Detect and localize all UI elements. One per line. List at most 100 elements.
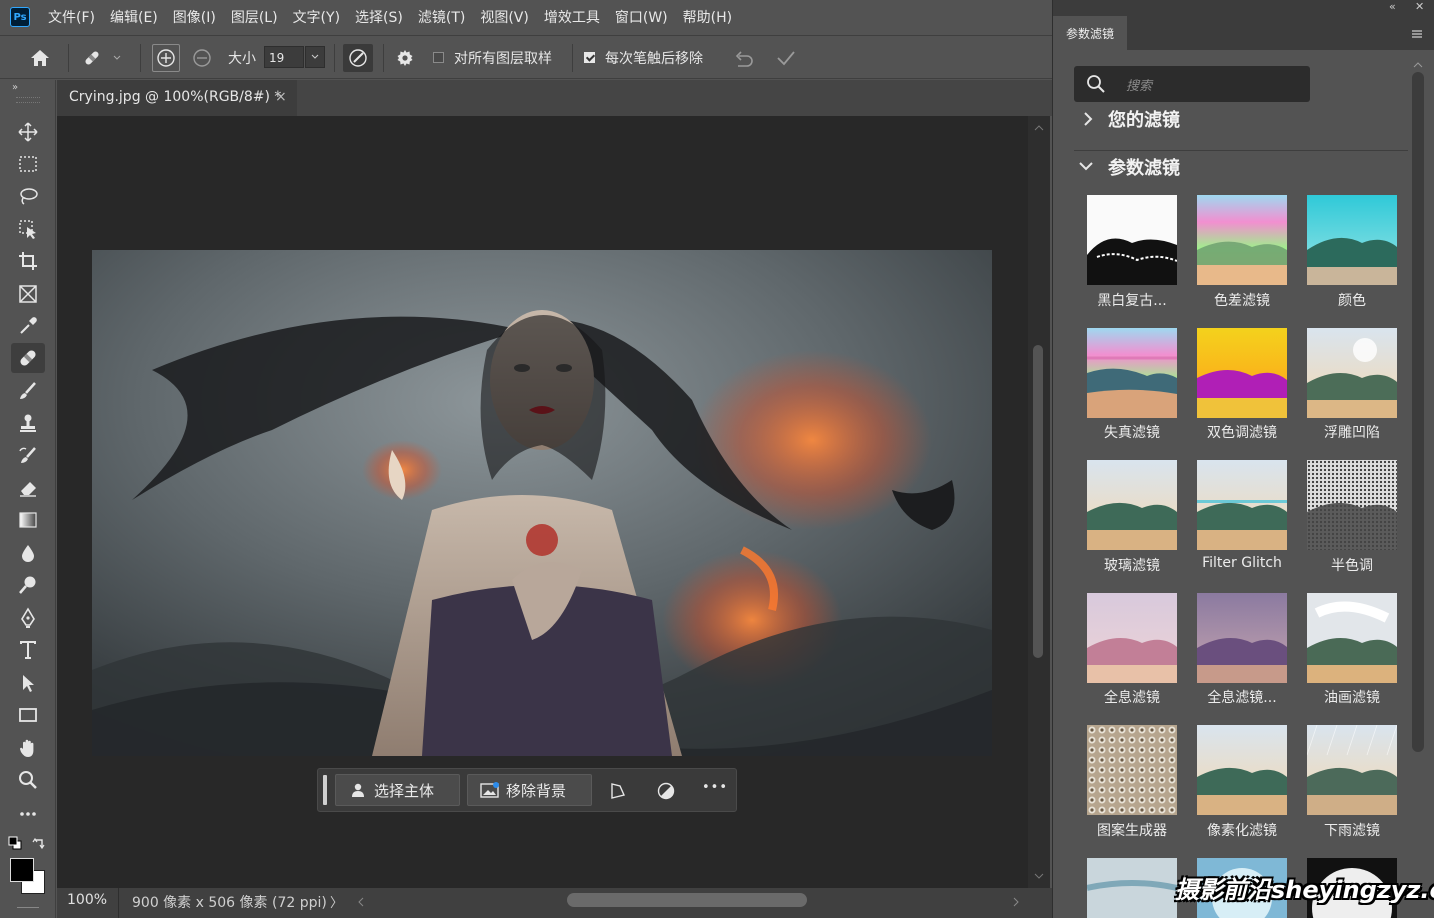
collapse-panel-icon[interactable]: « [1389,0,1396,13]
remove-background-button[interactable]: 移除背景 [467,774,592,806]
filter-thumb-glitch[interactable] [1197,460,1287,550]
filter-thumb-halftone[interactable] [1307,460,1397,550]
clone-stamp-tool-icon[interactable] [11,408,45,438]
filter-thumb-emboss[interactable] [1307,328,1397,418]
filter-thumb-pixelate[interactable] [1197,725,1287,815]
panel-scroll-up-icon[interactable] [1413,58,1423,73]
document-tab[interactable]: Crying.jpg @ 100%(RGB/8#) * × [57,80,297,116]
filter-thumb-rain[interactable] [1307,725,1397,815]
filter-thumb-pattern[interactable] [1087,725,1177,815]
undo-icon[interactable] [730,46,758,70]
move-tool-icon[interactable] [11,117,45,147]
document-image[interactable] [92,250,992,756]
filter-label: 全息滤镜 [1104,690,1160,706]
quick-mask-icon[interactable] [17,907,39,912]
frame-tool-icon[interactable] [11,279,45,309]
close-icon[interactable]: × [275,89,287,105]
options-bar: 大小 19 对所有图层取样 每次笔触后移除 [0,35,1052,79]
filter-thumb-distortion[interactable] [1087,328,1177,418]
close-panel-icon[interactable]: ✕ [1415,0,1424,13]
menu-image[interactable]: 图像(I) [173,7,216,27]
subtract-circle-icon[interactable] [188,44,216,72]
filter-label: 像素化滤镜 [1207,823,1277,839]
home-icon[interactable] [26,46,54,70]
menu-window[interactable]: 窗口(W) [615,7,668,27]
default-colors-icon[interactable] [8,836,22,850]
panel-scrollbar-thumb[interactable] [1412,72,1424,752]
filter-label: 色差滤镜 [1214,293,1270,309]
zoom-tool-icon[interactable] [11,765,45,795]
filter-thumb-hologram-2[interactable] [1197,593,1287,683]
remove-after-stroke-checkbox[interactable] [584,52,595,63]
zoom-level[interactable]: 100% [67,892,107,908]
menu-file[interactable]: 文件(F) [48,7,95,27]
hand-tool-icon[interactable] [11,733,45,763]
gradient-tool-icon[interactable] [11,505,45,535]
chevron-right-icon[interactable] [1082,111,1094,131]
menu-plugins[interactable]: 增效工具 [544,7,600,27]
blur-tool-icon[interactable] [11,538,45,568]
filter-thumb-glass[interactable] [1087,460,1177,550]
filter-thumb-bw-vintage[interactable] [1087,195,1177,285]
menu-type[interactable]: 文字(Y) [293,7,340,27]
chevron-down-icon[interactable] [110,46,124,70]
filter-search-box[interactable]: 搜索 [1074,66,1310,102]
filter-thumb-hologram[interactable] [1087,593,1177,683]
gear-icon[interactable] [392,46,418,70]
menu-view[interactable]: 视图(V) [480,7,529,27]
menu-filter[interactable]: 滤镜(T) [418,7,465,27]
brush-tool-icon[interactable] [11,376,45,406]
pressure-brush-icon[interactable] [343,44,373,72]
chevron-down-icon[interactable] [1078,160,1094,176]
spot-healing-brush-icon[interactable] [78,46,106,70]
filter-thumb-row6-1[interactable] [1087,858,1177,918]
adjustment-icon[interactable] [656,781,676,801]
your-filters-header[interactable]: 您的滤镜 [1108,106,1180,132]
marquee-tool-icon[interactable] [11,149,45,179]
checkmark-icon[interactable] [772,46,800,70]
pen-tool-icon[interactable] [11,603,45,633]
photoshop-logo[interactable]: Ps [10,7,30,27]
size-input[interactable]: 19 [264,46,304,68]
sample-all-layers-label: 对所有图层取样 [454,51,552,67]
panel-menu-icon[interactable] [1411,28,1423,43]
menu-layer[interactable]: 图层(L) [231,7,278,27]
more-tools-icon[interactable] [11,799,45,829]
status-menu-arrow[interactable]: 〉 [330,892,343,911]
lasso-tool-icon[interactable] [11,181,45,211]
taskbar-drag-handle[interactable] [323,775,327,805]
filter-thumb-duotone[interactable] [1197,328,1287,418]
expand-toolbar-icon[interactable]: » [12,82,18,93]
vertical-scrollbar-thumb[interactable] [1033,345,1043,658]
select-subject-button[interactable]: 选择主体 [335,774,460,806]
type-tool-icon[interactable] [11,635,45,665]
menu-help[interactable]: 帮助(H) [683,7,732,27]
eraser-tool-icon[interactable] [11,473,45,503]
filter-thumb-color[interactable] [1307,195,1397,285]
sample-all-layers-checkbox[interactable] [433,52,444,63]
foreground-color-swatch[interactable] [10,858,34,882]
menu-select[interactable]: 选择(S) [355,7,403,27]
crop-tool-icon[interactable] [11,246,45,276]
add-circle-icon[interactable] [152,44,180,72]
size-dropdown[interactable] [305,46,325,68]
scroll-left-icon[interactable] [357,896,365,911]
tab-neural-filters[interactable]: 参数滤镜 [1053,16,1127,50]
path-selection-tool-icon[interactable] [11,668,45,698]
rectangle-tool-icon[interactable] [11,700,45,730]
horizontal-scrollbar-thumb[interactable] [567,893,807,907]
history-brush-tool-icon[interactable] [11,441,45,471]
swap-colors-icon[interactable] [32,836,46,850]
neural-filters-header[interactable]: 参数滤镜 [1108,154,1180,180]
scroll-right-icon[interactable] [1012,896,1020,911]
transform-icon[interactable] [608,781,628,801]
menu-edit[interactable]: 编辑(E) [110,7,158,27]
spot-healing-tool-icon[interactable] [11,343,45,373]
toolbar-grip[interactable] [16,97,40,103]
filter-thumb-oil-paint[interactable] [1307,593,1397,683]
more-options-icon[interactable]: ••• [702,780,728,795]
filter-thumb-chromatic[interactable] [1197,195,1287,285]
dodge-tool-icon[interactable] [11,570,45,600]
eyedropper-tool-icon[interactable] [11,311,45,341]
object-selection-tool-icon[interactable] [11,214,45,244]
